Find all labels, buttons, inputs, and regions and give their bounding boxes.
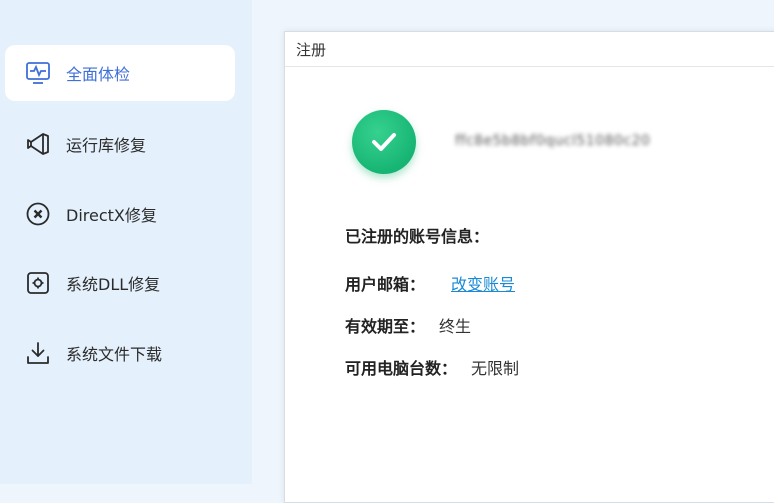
email-label: 用户邮箱：: [345, 275, 426, 294]
validity-label: 有效期至：: [345, 317, 426, 336]
sidebar-item-file-download[interactable]: 系统文件下载: [5, 325, 235, 381]
sidebar-item-label: 全面体检: [66, 65, 131, 84]
devices-row: 可用电脑台数： 无限制: [345, 355, 519, 379]
dialog-title-text: 注册: [296, 40, 327, 59]
sidebar-item-label: DirectX修复: [66, 206, 157, 225]
success-check-icon: [352, 110, 416, 174]
user-id-text: ffc8e5b8bf0qucl51080c20: [455, 133, 651, 149]
validity-row: 有效期至： 终生: [345, 313, 471, 337]
sidebar-item-directx-repair[interactable]: DirectX修复: [5, 186, 235, 242]
register-dialog: 注册 ffc8e5b8bf0qucl51080c20 已注册的账号信息： 用户邮…: [284, 31, 774, 503]
sidebar: 全面体检 运行库修复 DirectX修复 系统DLL修复 系统文件下载: [0, 0, 252, 484]
sidebar-item-runtime-repair[interactable]: 运行库修复: [5, 116, 235, 172]
sidebar-item-label: 系统文件下载: [66, 345, 163, 364]
dll-gear-icon: [25, 270, 51, 296]
sidebar-item-full-checkup[interactable]: 全面体检: [5, 45, 235, 101]
devices-label: 可用电脑台数：: [345, 359, 458, 378]
sidebar-item-label: 系统DLL修复: [66, 275, 161, 294]
download-icon: [25, 340, 51, 366]
validity-value: 终生: [439, 317, 472, 336]
circle-x-icon: [25, 201, 51, 227]
account-info-heading: 已注册的账号信息：: [345, 227, 490, 246]
sidebar-item-dll-repair[interactable]: 系统DLL修复: [5, 255, 235, 311]
visual-studio-icon: [25, 131, 51, 157]
monitor-pulse-icon: [25, 60, 51, 86]
sidebar-item-label: 运行库修复: [66, 136, 147, 155]
change-account-link[interactable]: 改变账号: [451, 271, 515, 295]
email-row: 用户邮箱： 改变账号: [345, 271, 515, 295]
dialog-title: 注册: [285, 32, 774, 67]
devices-value: 无限制: [471, 359, 520, 378]
